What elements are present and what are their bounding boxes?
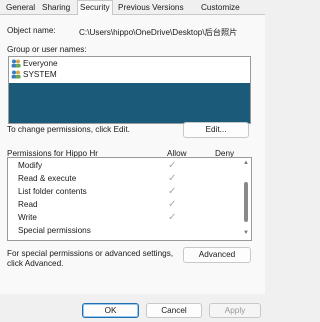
permission-row[interactable]: Modify ✓ [8,160,238,173]
users-icon [11,59,21,68]
permission-row[interactable]: Read & execute ✓ [8,173,238,186]
security-panel: Object name: C:\Users\hippo\OneDrive\Des… [0,15,265,294]
group-label: Group or user names: [7,45,87,54]
permission-name: Modify [18,161,43,170]
list-item[interactable]: SYSTEM [11,70,57,80]
change-permissions-text: To change permissions, click Edit. [7,125,130,134]
checkmark-icon: ✓ [168,212,177,223]
permission-name: List folder contents [18,187,87,196]
click-advanced-text: click Advanced. [7,259,64,268]
permission-row[interactable]: Write ✓ [8,212,238,225]
apply-button[interactable]: Apply [209,303,261,318]
selected-group-row[interactable] [9,83,250,123]
dialog-footer: OK Cancel Apply [0,294,265,322]
scroll-down-icon[interactable]: ▼ [243,230,249,236]
ok-button[interactable]: OK [82,303,139,318]
permission-row[interactable]: Special permissions [8,225,238,238]
group-name: Everyone [23,59,58,68]
tab-security[interactable]: Security [77,0,113,15]
object-name-label: Object name: [7,26,56,35]
checkmark-icon: ✓ [168,160,177,171]
scroll-thumb[interactable] [244,182,248,222]
checkmark-icon: ✓ [168,173,177,184]
group-list[interactable]: Everyone SYSTEM [8,56,251,124]
permissions-list[interactable]: Modify ✓ Read & execute ✓ List folder co… [7,157,252,241]
edit-button[interactable]: Edit... [183,122,249,138]
permission-name: Read [18,200,38,209]
permission-row[interactable]: List folder contents ✓ [8,186,238,199]
scroll-up-icon[interactable]: ▲ [243,160,249,166]
tab-sharing[interactable]: Sharing [40,2,72,13]
scrollbar[interactable]: ▲ ▼ [243,160,249,236]
group-name: SYSTEM [23,70,57,79]
permission-name: Read & execute [18,174,77,183]
permission-row[interactable]: Read ✓ [8,199,238,212]
tab-customize[interactable]: Customize [199,2,242,13]
object-name-value: C:\Users\hippo\OneDrive\Desktop\后台照片 [79,28,238,37]
cancel-button[interactable]: Cancel [146,303,202,318]
tab-bar: General Sharing Security Previous Versio… [0,0,265,15]
special-permissions-text: For special permissions or advanced sett… [7,249,174,258]
tab-general[interactable]: General [4,2,37,13]
checkmark-icon: ✓ [168,199,177,210]
users-icon [11,70,21,79]
tab-previous-versions[interactable]: Previous Versions [116,2,186,13]
checkmark-icon: ✓ [168,186,177,197]
permission-name: Write [18,213,37,222]
list-item[interactable]: Everyone [11,59,58,69]
permission-name: Special permissions [18,226,91,235]
advanced-button[interactable]: Advanced [183,247,251,263]
